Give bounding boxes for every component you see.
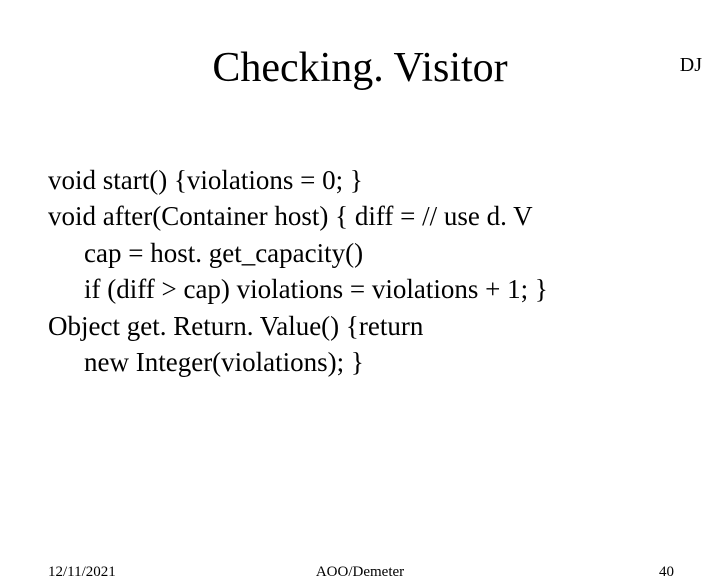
corner-tag: DJ bbox=[680, 54, 702, 77]
code-block: void start() {violations = 0; } void aft… bbox=[48, 162, 680, 381]
code-line: new Integer(violations); } bbox=[48, 344, 680, 380]
slide-title: Checking. Visitor bbox=[0, 44, 720, 92]
code-line: if (diff > cap) violations = violations … bbox=[48, 271, 680, 307]
code-line: Object get. Return. Value() {return bbox=[48, 308, 680, 344]
footer-page-number: 40 bbox=[659, 564, 674, 581]
footer-center: AOO/Demeter bbox=[0, 564, 720, 581]
code-line: void start() {violations = 0; } bbox=[48, 162, 680, 198]
code-line: void after(Container host) { diff = // u… bbox=[48, 198, 680, 234]
code-line: cap = host. get_capacity() bbox=[48, 235, 680, 271]
